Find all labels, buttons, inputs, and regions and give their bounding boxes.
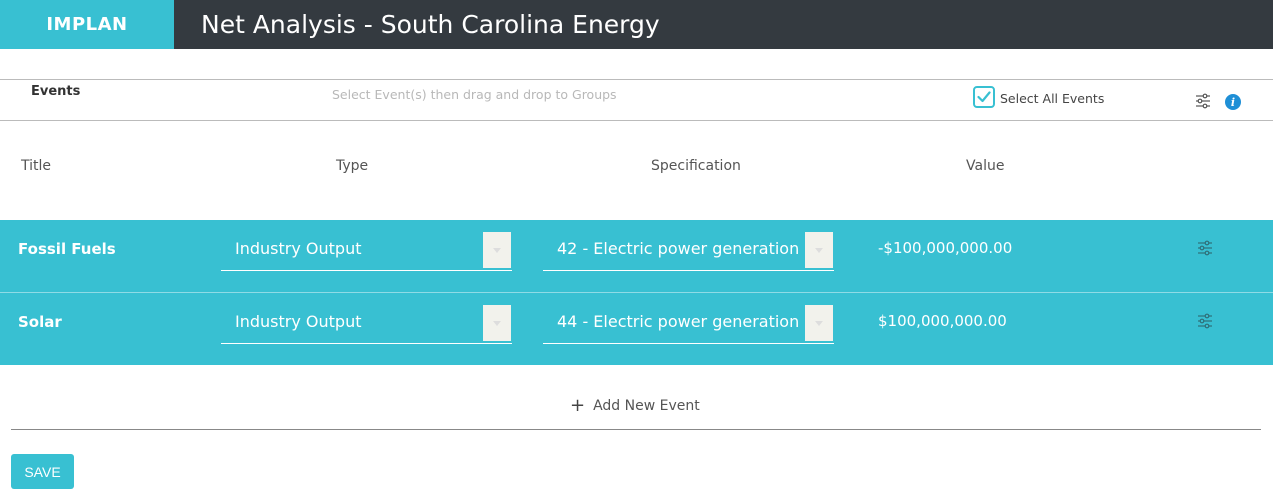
checkmark-icon: [977, 91, 991, 103]
select-all-events[interactable]: Select All Events: [973, 86, 1104, 108]
divider: [11, 429, 1261, 430]
implan-logo[interactable]: IMPLAN: [0, 0, 174, 49]
select-all-checkbox[interactable]: [973, 86, 995, 108]
chevron-down-icon[interactable]: [805, 305, 833, 341]
event-title: Fossil Fuels: [18, 240, 116, 258]
event-type-select[interactable]: Industry Output: [221, 305, 512, 344]
event-value: $100,000,000.00: [878, 312, 1007, 330]
column-header-value: Value: [966, 158, 1005, 174]
save-button[interactable]: SAVE: [11, 454, 74, 489]
event-type-value: Industry Output: [235, 312, 362, 331]
event-type-select[interactable]: Industry Output: [221, 232, 512, 271]
events-label: Events: [31, 84, 81, 99]
event-specification-select[interactable]: 44 - Electric power generation - Solar: [543, 305, 834, 344]
add-new-event-button[interactable]: + Add New Event: [570, 395, 700, 416]
event-specification-value: 44 - Electric power generation - Solar: [557, 312, 805, 331]
event-value: -$100,000,000.00: [878, 239, 1013, 257]
add-new-event-label: Add New Event: [593, 398, 700, 414]
column-header-title: Title: [21, 158, 52, 174]
plus-icon: +: [570, 395, 586, 416]
page-title: Net Analysis - South Carolina Energy: [201, 10, 660, 39]
event-row[interactable]: Solar Industry Output 44 - Electric powe…: [0, 293, 1273, 365]
settings-sliders-icon[interactable]: [1195, 93, 1211, 113]
event-title: Solar: [18, 313, 62, 331]
events-toolbar: Events Select Event(s) then drag and dro…: [0, 79, 1273, 121]
column-header-type: Type: [336, 158, 369, 174]
event-type-value: Industry Output: [235, 239, 362, 258]
event-row[interactable]: Fossil Fuels Industry Output 42 - Electr…: [0, 220, 1273, 292]
chevron-down-icon[interactable]: [483, 232, 511, 268]
chevron-down-icon[interactable]: [805, 232, 833, 268]
select-all-label: Select All Events: [1000, 91, 1105, 106]
chevron-down-icon[interactable]: [483, 305, 511, 341]
events-hint: Select Event(s) then drag and drop to Gr…: [332, 87, 617, 102]
column-header-specification: Specification: [651, 158, 741, 174]
event-specification-value: 42 - Electric power generation - Fossil …: [557, 239, 805, 258]
event-settings-icon[interactable]: [1197, 313, 1213, 333]
event-specification-select[interactable]: 42 - Electric power generation - Fossil …: [543, 232, 834, 271]
app-header: IMPLAN Net Analysis - South Carolina Ene…: [0, 0, 1273, 49]
info-icon[interactable]: i: [1225, 94, 1241, 110]
event-settings-icon[interactable]: [1197, 240, 1213, 260]
